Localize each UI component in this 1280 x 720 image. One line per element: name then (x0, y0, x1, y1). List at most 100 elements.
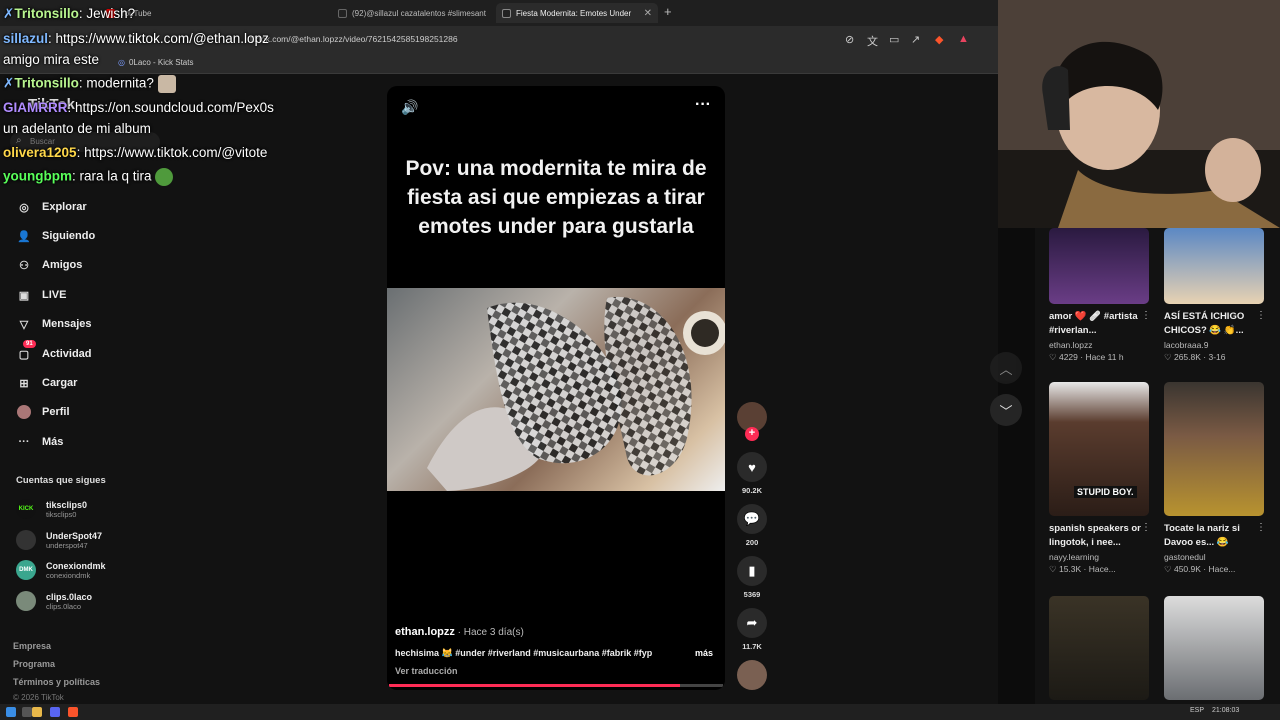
webcam-image (998, 0, 1280, 228)
video-frame-image (427, 296, 725, 491)
following-title: Cuentas que sigues (16, 475, 106, 486)
upload-icon: ⊞ (19, 377, 29, 390)
recommended-card[interactable] (1049, 596, 1149, 700)
friends-icon: ⚇ (19, 259, 29, 272)
nav-siguiendo[interactable]: 👤 Siguiendo (16, 228, 95, 244)
music-disc[interactable] (737, 660, 767, 690)
nav-cargar[interactable]: ⊞ Cargar (16, 375, 77, 391)
footer-empresa[interactable]: Empresa (13, 641, 51, 651)
recommended-card[interactable]: STUPID BOY. ⋮ spanish speakers or lingot… (1049, 382, 1151, 575)
discord-icon[interactable] (50, 707, 60, 717)
kebab-menu-icon[interactable]: ⋮ (1256, 310, 1266, 321)
footer-programa[interactable]: Programa (13, 659, 55, 669)
brave-icon[interactable] (68, 707, 78, 717)
video-description: hechisima 😹 #under #riverland #musicaurb… (395, 648, 653, 658)
chevron-up-icon: ︿ (999, 361, 1013, 377)
language-indicator[interactable]: ESP (1190, 707, 1204, 714)
next-video-button[interactable]: ﹀ (990, 394, 1022, 426)
reader-icon[interactable]: ⊘ (845, 33, 854, 46)
browser-tab-bar: YouTube (92)@sillazul cazatalentos #slim… (0, 0, 998, 26)
following-account[interactable]: clips.0laco clips.0laco (16, 591, 92, 611)
browser-tab-tiktok-1[interactable]: (92)@sillazul cazatalentos #slimesant (332, 3, 492, 23)
chat-message: ✗Tritonsillo: modernita? (3, 75, 176, 93)
url-text[interactable]: tiktok.com/@ethan.lopzz/video/7621542585… (250, 34, 458, 44)
close-tab-icon[interactable]: ✕ (644, 8, 652, 19)
heart-icon: ♥ (737, 452, 767, 482)
following-account[interactable]: KICK tiksclips0 tiksclips0 (16, 499, 87, 519)
chevron-down-icon: ﹀ (999, 403, 1013, 419)
nav-perfil[interactable]: Perfil (16, 404, 70, 420)
kebab-menu-icon[interactable]: ⋮ (1141, 310, 1151, 321)
thumbnail (1164, 228, 1264, 304)
chat-message: un adelanto de mi album (3, 121, 151, 136)
following-account[interactable]: DMK Conexiondmk conexiondmk (16, 560, 106, 580)
chat-message: GIAMRRR: https://on.soundcloud.com/Pex0s (3, 100, 274, 115)
thumbnail (1164, 596, 1264, 700)
windows-start-icon[interactable] (6, 707, 16, 717)
share-button[interactable]: ➦ 11.7K (737, 608, 767, 651)
send-icon: ▽ (19, 318, 29, 331)
folder-icon[interactable] (32, 707, 42, 717)
search-icon[interactable] (22, 707, 32, 717)
more-options-icon[interactable]: ··· (695, 96, 711, 114)
clock[interactable]: 21:08:03 (1212, 707, 1239, 714)
recommended-card[interactable]: ⋮ Tocate la nariz si Davoo es... 😂 gasto… (1164, 382, 1266, 575)
avatar: KICK (16, 499, 36, 519)
activity-badge: 91 (23, 340, 36, 348)
kebab-menu-icon[interactable]: ⋮ (1256, 522, 1266, 533)
translate-link[interactable]: Ver traducción (395, 666, 458, 676)
chat-message: amigo mira este (3, 52, 100, 67)
kebab-menu-icon[interactable]: ⋮ (1141, 522, 1151, 533)
video-progress[interactable] (389, 684, 723, 687)
more-link[interactable]: más (695, 648, 713, 658)
share-arrow-icon: ➦ (737, 608, 767, 638)
rewards-icon[interactable]: ▲ (958, 33, 969, 45)
nav-amigos[interactable]: ⚇ Amigos (16, 257, 82, 273)
video-author[interactable]: ethan.lopzz · Hace 3 día(s) (395, 626, 524, 638)
thumbnail (1164, 382, 1264, 516)
translate-icon[interactable]: 文 (867, 33, 878, 49)
share-icon[interactable]: ↗ (911, 33, 920, 46)
music-disc-icon (737, 660, 767, 690)
chat-emote (157, 75, 176, 93)
avatar-icon (16, 404, 32, 420)
nav-mensajes[interactable]: ▽ Mensajes (16, 316, 92, 332)
live-tv-icon: ▣ (18, 289, 30, 302)
more-dots-icon: ··· (18, 436, 30, 448)
following-account[interactable]: UnderSpot47 underspot47 (16, 530, 102, 550)
tiktok-icon (502, 8, 511, 18)
screen-icon[interactable]: ▭ (889, 33, 899, 46)
video-player[interactable]: 🔊 ··· Pov: una modernita te mira de fies… (387, 86, 725, 690)
previous-video-button[interactable]: ︿ (990, 352, 1022, 384)
nav-actividad[interactable]: ▢ 91 Actividad (16, 340, 92, 362)
avatar: DMK (16, 560, 36, 580)
chat-message: youngbpm: rara la q tira (3, 168, 174, 186)
bookmark-icon: ◎ (118, 58, 125, 67)
copyright: © 2026 TikTok (13, 693, 64, 702)
compass-icon: ◎ (19, 201, 29, 214)
nav-mas[interactable]: ··· Más (16, 434, 64, 450)
video-caption: Pov: una modernita te mira de fiesta asi… (405, 157, 707, 238)
footer-terminos[interactable]: Términos y políticas (13, 677, 100, 687)
like-button[interactable]: ♥ 90.2K (737, 452, 767, 495)
recommended-card[interactable]: ⋮ amor ❤️ 🩹 #artista #riverlan... ethan.… (1049, 228, 1151, 363)
activity-icon: ▢ 91 (16, 340, 36, 362)
chat-message: ✗Tritonsillo: Jewish? (3, 6, 136, 21)
browser-tab-active[interactable]: Fiesta Modernita: Emotes Under ✕ (496, 3, 658, 23)
thumbnail: STUPID BOY. (1049, 382, 1149, 516)
recommended-card[interactable] (1164, 596, 1264, 700)
tiktok-icon (338, 8, 347, 18)
comment-button[interactable]: 💬 200 (737, 504, 767, 547)
brave-shield-icon[interactable]: ◆ (935, 33, 943, 46)
nav-explorar[interactable]: ◎ Explorar (16, 199, 86, 215)
volume-icon[interactable]: 🔊 (401, 99, 418, 116)
new-tab-button[interactable]: + (664, 4, 672, 19)
comment-icon: 💬 (737, 504, 767, 534)
taskbar: ESP 21:08:03 (0, 704, 1280, 720)
video-progress-fill (389, 684, 680, 687)
save-button[interactable]: ▮ 5369 (737, 556, 767, 599)
bookmark-kick-stats[interactable]: ◎ 0Laco - Kick Stats (118, 58, 193, 67)
follow-plus-icon[interactable]: + (745, 427, 759, 441)
recommended-card[interactable]: ⋮ ASÍ ESTÁ ICHIGO CHICOS? 😂 👏... lacobra… (1164, 228, 1266, 363)
nav-live[interactable]: ▣ LIVE (16, 287, 67, 303)
